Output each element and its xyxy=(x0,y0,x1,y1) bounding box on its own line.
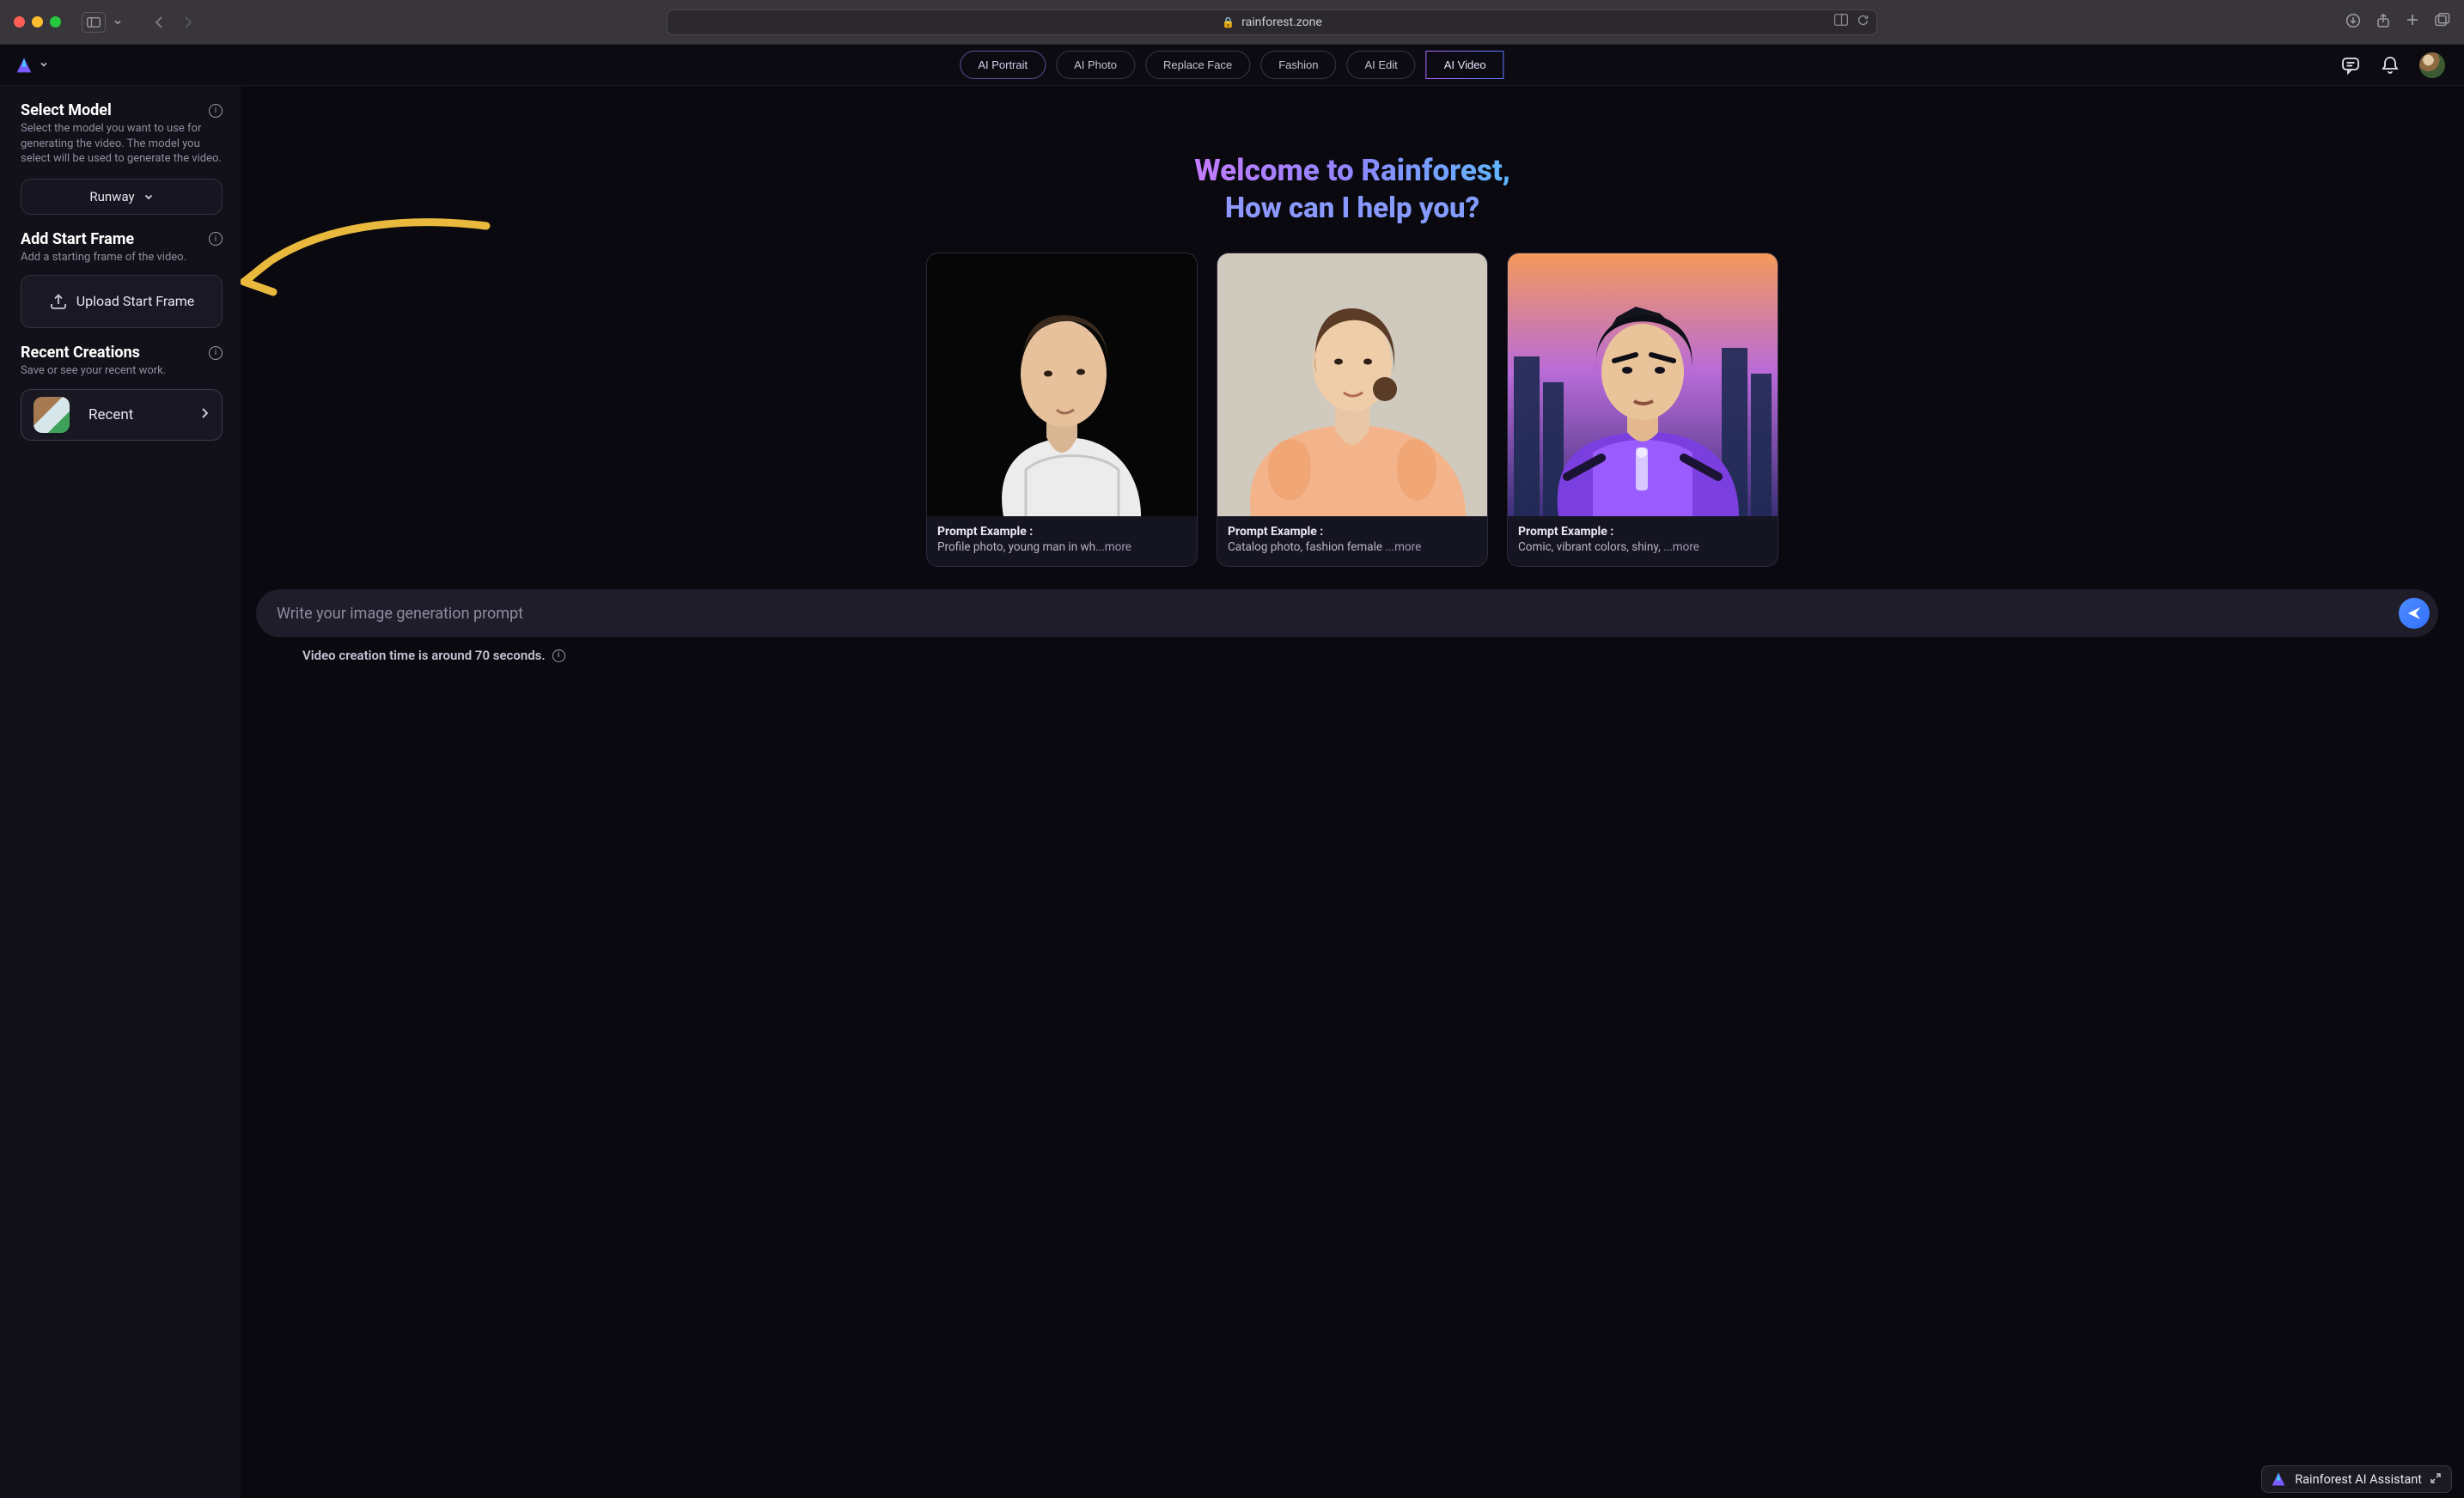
sidebar: Select Model i Select the model you want… xyxy=(0,86,241,1498)
section-select-model: Select Model i Select the model you want… xyxy=(21,101,223,215)
brand-logo-icon xyxy=(15,57,33,74)
timing-note: Video creation time is around 70 seconds… xyxy=(256,637,2438,663)
navigation-arrows xyxy=(149,11,198,33)
main-content: Welcome to Rainforest, How can I help yo… xyxy=(241,86,2464,1498)
notification-bell-icon[interactable] xyxy=(2380,55,2400,76)
nav-ai-portrait[interactable]: AI Portrait xyxy=(960,51,1046,79)
timing-note-text: Video creation time is around 70 seconds… xyxy=(302,648,546,663)
forward-button[interactable] xyxy=(176,11,198,33)
send-button[interactable] xyxy=(2399,598,2430,629)
address-bar[interactable]: 🔒 rainforest.zone xyxy=(667,9,1878,35)
upload-icon xyxy=(49,292,68,311)
expand-icon xyxy=(2430,1473,2441,1486)
tab-group-caret[interactable] xyxy=(106,12,130,33)
example-card-3[interactable]: Prompt Example : Comic, vibrant colors, … xyxy=(1507,253,1778,567)
example-card-1-title: Prompt Example : xyxy=(937,525,1186,539)
example-card-2[interactable]: Prompt Example : Catalog photo, fashion … xyxy=(1217,253,1488,567)
prompt-placeholder: Write your image generation prompt xyxy=(277,605,523,623)
browser-chrome: 🔒 rainforest.zone xyxy=(0,0,2464,45)
tab-overview-icon[interactable] xyxy=(2435,13,2450,32)
brand[interactable] xyxy=(15,57,48,74)
app-header: AI Portrait AI Photo Replace Face Fashio… xyxy=(0,45,2464,86)
back-button[interactable] xyxy=(149,11,171,33)
brand-caret-icon xyxy=(40,59,48,71)
prompt-area: Write your image generation prompt Video… xyxy=(241,589,2464,663)
share-icon[interactable] xyxy=(2376,13,2390,32)
hero-line-1: Welcome to Rainforest, xyxy=(1194,153,1510,188)
app-body: Select Model i Select the model you want… xyxy=(0,86,2464,1498)
recent-button[interactable]: Recent xyxy=(21,389,223,441)
model-select[interactable]: Runway xyxy=(21,179,223,215)
example-card-1-text: Profile photo, young man in wh...more xyxy=(937,540,1186,554)
example-card-2-text: Catalog photo, fashion female ...more xyxy=(1228,540,1477,554)
example-card-3-title: Prompt Example : xyxy=(1518,525,1767,539)
info-icon[interactable]: i xyxy=(209,232,223,246)
nav-ai-video[interactable]: AI Video xyxy=(1426,51,1504,79)
address-bar-wrap: 🔒 rainforest.zone xyxy=(228,9,2316,35)
address-bar-actions xyxy=(1834,14,1869,30)
example-card-1[interactable]: Prompt Example : Profile photo, young ma… xyxy=(926,253,1198,567)
downloads-icon[interactable] xyxy=(2345,13,2361,32)
sidebar-toggle-button[interactable] xyxy=(82,12,106,33)
select-model-title: Select Model xyxy=(21,101,112,119)
address-domain: rainforest.zone xyxy=(1241,15,1322,29)
assistant-logo-icon xyxy=(2271,1471,2286,1487)
recent-creations-desc: Save or see your recent work. xyxy=(21,363,223,379)
reader-mode-icon[interactable] xyxy=(1834,14,1848,30)
window-controls xyxy=(14,16,61,27)
section-start-frame: Add Start Frame i Add a starting frame o… xyxy=(21,230,223,329)
example-cards: Prompt Example : Profile photo, young ma… xyxy=(241,242,2464,567)
info-icon[interactable]: i xyxy=(209,346,223,360)
browser-right-controls xyxy=(2345,13,2450,32)
nav-ai-edit[interactable]: AI Edit xyxy=(1346,51,1415,79)
nav-fashion[interactable]: Fashion xyxy=(1260,51,1336,79)
user-avatar[interactable] xyxy=(2419,52,2445,78)
model-select-value: Runway xyxy=(89,189,134,204)
chat-icon[interactable] xyxy=(2340,55,2361,76)
header-nav: AI Portrait AI Photo Replace Face Fashio… xyxy=(960,51,1503,79)
recent-label: Recent xyxy=(88,406,133,423)
minimize-window-button[interactable] xyxy=(32,16,43,27)
nav-ai-photo[interactable]: AI Photo xyxy=(1056,51,1135,79)
select-model-desc: Select the model you want to use for gen… xyxy=(21,121,223,167)
hero: Welcome to Rainforest, How can I help yo… xyxy=(241,86,2464,242)
info-icon[interactable]: i xyxy=(552,649,565,662)
prompt-input[interactable]: Write your image generation prompt xyxy=(256,589,2438,637)
fullscreen-window-button[interactable] xyxy=(50,16,61,27)
upload-start-frame-button[interactable]: Upload Start Frame xyxy=(21,275,223,328)
recent-creations-title: Recent Creations xyxy=(21,344,140,362)
chevron-down-icon xyxy=(143,192,154,202)
recent-thumbnail xyxy=(34,397,70,433)
start-frame-desc: Add a starting frame of the video. xyxy=(21,250,223,265)
header-right xyxy=(2340,52,2445,78)
lock-icon: 🔒 xyxy=(1222,16,1235,28)
example-thumb-2 xyxy=(1217,253,1487,516)
example-card-2-title: Prompt Example : xyxy=(1228,525,1477,539)
example-thumb-3 xyxy=(1508,253,1778,516)
hero-line-2: How can I help you? xyxy=(258,192,2447,225)
example-thumb-1 xyxy=(927,253,1197,516)
reload-icon[interactable] xyxy=(1857,14,1869,30)
close-window-button[interactable] xyxy=(14,16,25,27)
example-card-3-text: Comic, vibrant colors, shiny, ...more xyxy=(1518,540,1767,554)
nav-replace-face[interactable]: Replace Face xyxy=(1145,51,1250,79)
send-icon xyxy=(2406,606,2422,621)
upload-start-frame-label: Upload Start Frame xyxy=(76,294,195,309)
sidebar-toggle-group xyxy=(82,12,130,33)
info-icon[interactable]: i xyxy=(209,104,223,118)
assistant-chip[interactable]: Rainforest AI Assistant xyxy=(2261,1465,2452,1493)
section-recent-creations: Recent Creations i Save or see your rece… xyxy=(21,344,223,441)
start-frame-title: Add Start Frame xyxy=(21,230,134,248)
assistant-label: Rainforest AI Assistant xyxy=(2295,1472,2422,1487)
chevron-right-icon xyxy=(199,407,210,423)
new-tab-icon[interactable] xyxy=(2406,13,2419,32)
